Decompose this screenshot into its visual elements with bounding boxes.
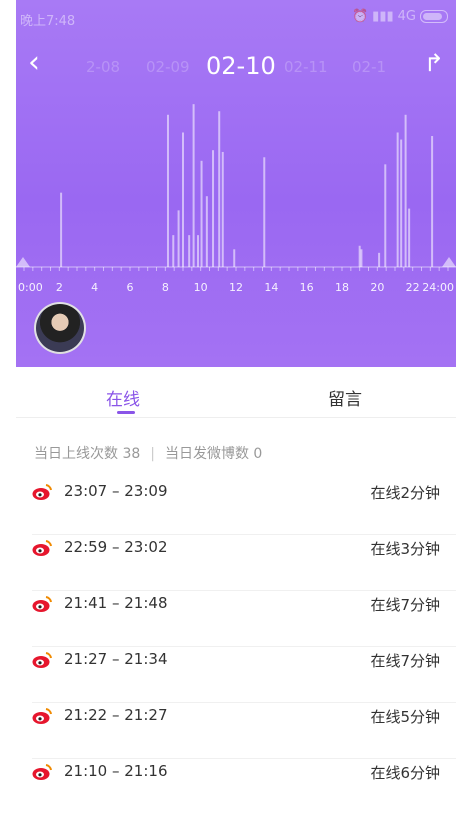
session-time-range: 22:59 – 23:02 (64, 538, 168, 556)
list-item[interactable]: 22:59 – 23:02 在线3分钟 (32, 534, 456, 591)
list-item[interactable]: 21:10 – 21:16 在线6分钟 (32, 758, 456, 814)
activity-bar (378, 252, 381, 267)
activity-bar (396, 132, 399, 267)
activity-bar (182, 132, 184, 267)
list-item[interactable]: 23:07 – 23:09 在线2分钟 (32, 478, 456, 535)
x-tick-label: 18 (335, 281, 349, 294)
summary-separator: | (150, 446, 155, 462)
session-time-range: 21:41 – 21:48 (64, 594, 168, 612)
avatar[interactable] (34, 302, 86, 354)
activity-bar (431, 136, 434, 267)
weibo-icon (32, 708, 52, 724)
activity-bar (404, 114, 407, 267)
activity-bar (400, 139, 403, 267)
list-item[interactable]: 21:41 – 21:48 在线7分钟 (32, 590, 456, 647)
x-tick-label: 10 (194, 281, 208, 294)
session-time-range: 23:07 – 23:09 (64, 482, 168, 500)
activity-bar (177, 210, 180, 267)
activity-bar (384, 164, 387, 267)
activity-bar (166, 114, 169, 267)
chart-end-marker (442, 257, 456, 267)
session-duration: 在线7分钟 (370, 652, 440, 670)
share-icon[interactable]: ↱ (424, 50, 444, 76)
activity-bar (358, 245, 361, 267)
login-count: 当日上线次数 38 (34, 446, 141, 462)
x-tick-label: 8 (162, 281, 169, 294)
x-tick-label: 22 (406, 281, 420, 294)
weibo-icon (32, 596, 52, 612)
weibo-icon (32, 764, 52, 780)
activity-bar (408, 208, 411, 267)
tab-messages[interactable]: 留言 (328, 385, 362, 410)
x-tick-label: 4 (91, 281, 98, 294)
activity-bar (221, 151, 224, 267)
activity-bar (197, 235, 200, 267)
weibo-icon (32, 484, 52, 500)
session-time-range: 21:10 – 21:16 (64, 762, 168, 780)
activity-bar (192, 104, 195, 267)
post-count: 当日发微博数 0 (164, 446, 263, 462)
session-duration: 在线3分钟 (370, 540, 440, 558)
tab-bar: 在线 留言 (16, 367, 456, 418)
session-duration: 在线2分钟 (370, 484, 440, 502)
x-tick-label: 0:00 (18, 281, 43, 294)
date-next-2[interactable]: 02-1 (352, 58, 386, 76)
activity-bar (172, 235, 175, 267)
activity-bar (60, 192, 63, 267)
session-duration: 在线7分钟 (370, 596, 440, 614)
online-timeline-header: 晚上7:48 ⏰ ▮▮▮ 4G 0:00 2 4 6 8 10 12 14 16 18 20 22 24… (16, 0, 456, 367)
list-item[interactable]: 21:22 – 21:27 在线5分钟 (32, 702, 456, 759)
activity-bar (218, 111, 221, 268)
activity-bar (360, 249, 363, 267)
daily-summary: 当日上线次数 38 | 当日发微博数 0 (34, 443, 262, 463)
tab-online[interactable]: 在线 (106, 385, 140, 410)
activity-bar (188, 235, 191, 267)
tab-active-indicator (117, 411, 135, 414)
session-time-range: 21:22 – 21:27 (64, 706, 168, 724)
x-tick-label: 20 (370, 281, 384, 294)
weibo-icon (32, 652, 52, 668)
session-duration: 在线5分钟 (370, 708, 440, 726)
date-current[interactable]: 02-10 (206, 52, 276, 80)
x-tick-label: 2 (56, 281, 63, 294)
activity-bar (212, 150, 215, 267)
x-tick-label: 6 (127, 281, 134, 294)
session-duration: 在线6分钟 (370, 764, 440, 782)
activity-bar (200, 160, 203, 267)
back-arrow-icon[interactable]: ‹ (28, 48, 40, 78)
x-tick-label: 16 (300, 281, 314, 294)
session-time-range: 21:27 – 21:34 (64, 650, 168, 668)
activity-bar (233, 249, 236, 267)
date-next-1[interactable]: 02-11 (284, 58, 328, 76)
weibo-icon (32, 540, 52, 556)
x-tick-label: 14 (264, 281, 278, 294)
activity-bar (205, 196, 208, 267)
date-prev-2[interactable]: 2-08 (86, 58, 120, 76)
date-prev-1[interactable]: 02-09 (146, 58, 190, 76)
date-navigator: ‹ 2-08 02-09 02-10 02-11 02-1 ↱ (16, 40, 456, 88)
x-tick-label: 24:00 (422, 281, 454, 294)
x-tick-label: 12 (229, 281, 243, 294)
chart-start-marker (16, 257, 30, 267)
activity-bar (263, 157, 266, 267)
list-item[interactable]: 21:27 – 21:34 在线7分钟 (32, 646, 456, 703)
